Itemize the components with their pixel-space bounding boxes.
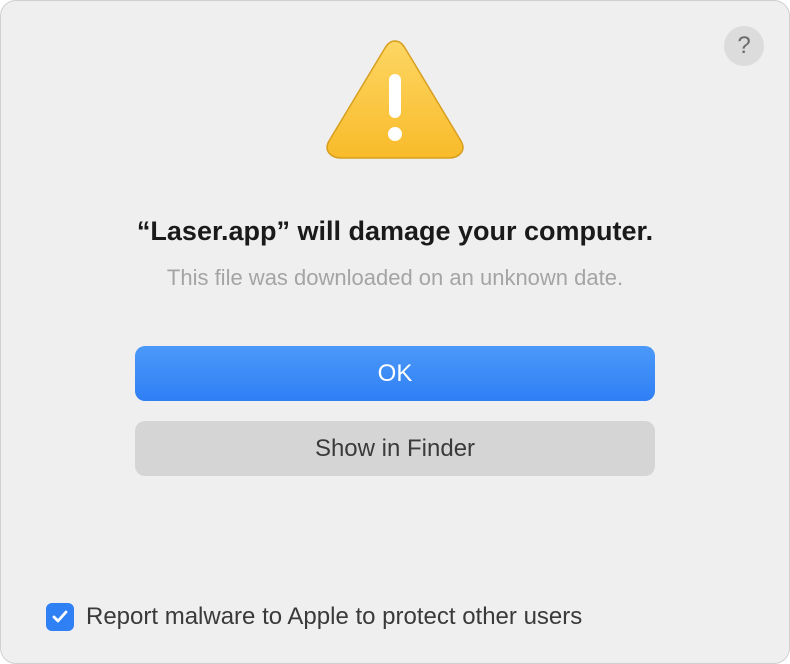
button-group: OK Show in Finder (135, 346, 655, 476)
dialog-subtitle: This file was downloaded on an unknown d… (167, 265, 623, 291)
ok-button[interactable]: OK (135, 346, 655, 401)
report-checkbox-label: Report malware to Apple to protect other… (86, 603, 582, 631)
checkmark-icon (51, 608, 69, 626)
report-checkbox[interactable] (46, 603, 74, 631)
report-checkbox-row: Report malware to Apple to protect other… (46, 603, 582, 631)
alert-dialog: ? “Laser.app” will damage your computer.… (0, 0, 790, 664)
warning-icon (325, 36, 465, 166)
dialog-title: “Laser.app” will damage your computer. (137, 216, 653, 247)
dialog-content: “Laser.app” will damage your computer. T… (31, 31, 759, 476)
show-in-finder-button[interactable]: Show in Finder (135, 421, 655, 476)
